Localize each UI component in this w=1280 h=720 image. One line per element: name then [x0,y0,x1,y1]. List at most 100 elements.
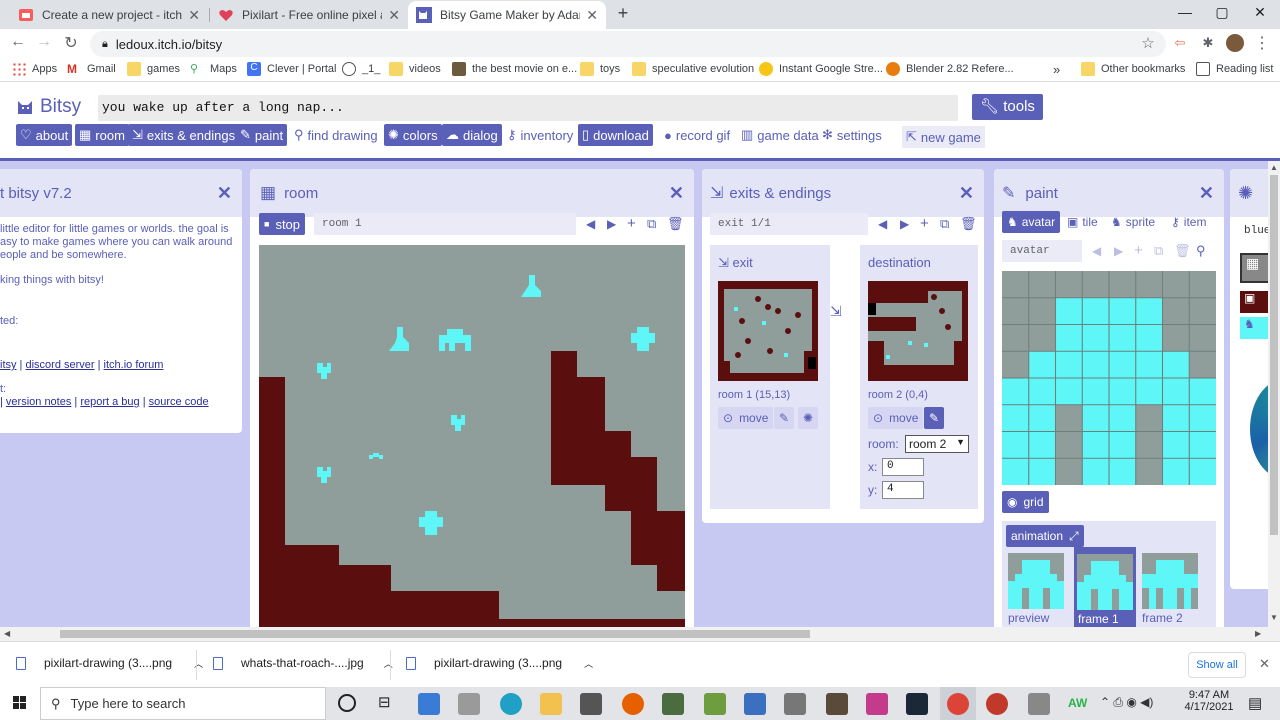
duplicate-icon[interactable]: ⧉ [940,216,949,232]
menu-dots-icon[interactable]: ⋮ [1252,33,1272,53]
trash-icon[interactable]: 🗑︎ [960,216,977,232]
bookmark-instant[interactable]: Instant Google Stre... [759,62,883,76]
avatar[interactable] [1226,34,1244,52]
chevron-up-icon[interactable]: ︿ [584,657,593,670]
drawing-name-input[interactable]: avatar [1002,240,1082,262]
start-button[interactable] [0,687,40,720]
palette-name[interactable]: blue [1244,225,1268,237]
tab-pixilart[interactable]: Pixilart - Free online pixel art drawing… [210,1,408,29]
bookmark-videos[interactable]: videos [389,62,441,76]
close-icon[interactable]: ✕ [1259,656,1270,672]
stop-button[interactable]: ■ stop [259,213,306,235]
bookmark-other[interactable]: Other bookmarks [1081,62,1185,76]
exit-room-preview[interactable] [718,281,818,381]
bookmark-maps[interactable]: ⚲ Maps [190,62,237,76]
tab-bitsy[interactable]: Bitsy Game Maker by Adam Le Doux ✕ [408,1,606,29]
star-icon[interactable]: ☆ [1138,34,1158,52]
next-exit-icon[interactable]: ▶ [900,217,909,231]
link-itch-forum[interactable]: itch.io forum [104,359,164,371]
grid-toggle-button[interactable]: ◉ grid [1002,491,1049,513]
menu-inventory[interactable]: ⚷ inventory [503,124,577,146]
vertical-scrollbar[interactable]: ▲ ▼ [1268,161,1280,641]
file-explorer-icon[interactable] [540,693,562,715]
scroll-right-icon[interactable]: ▶ [1255,629,1261,638]
close-icon[interactable]: ✕ [959,183,974,204]
download-item[interactable]: pixilart-drawing (3....png ︿ [406,656,593,670]
forward-icon[interactable]: → [34,33,54,51]
tab-item[interactable]: ⚷ item [1166,211,1211,233]
destination-room-preview[interactable] [868,281,968,381]
trash-icon[interactable]: 🗑︎ [1174,243,1191,259]
app-icon-5[interactable] [826,693,848,715]
destination-move-button[interactable]: ⊙ move [868,407,924,429]
room-canvas[interactable] [259,245,685,627]
bookmark-movie[interactable]: the best movie on e... [452,62,577,76]
cortana-icon[interactable] [338,694,356,712]
close-window-icon[interactable]: ✕ [1250,4,1270,21]
close-tab-icon[interactable]: ✕ [188,7,200,24]
x-input[interactable]: 0 [882,458,924,476]
bookmark-apps[interactable]: Apps [12,62,57,76]
steam-icon[interactable] [906,693,928,715]
bookmark-1[interactable]: _1_ [342,62,380,76]
add-exit-icon[interactable]: + [920,215,929,232]
duplicate-icon[interactable]: ⧉ [1154,243,1163,259]
mail-icon[interactable] [744,693,766,715]
close-icon[interactable]: ✕ [669,183,684,204]
menu-new-game[interactable]: ⇱ new game [902,126,985,148]
scroll-left-icon[interactable]: ◀ [4,629,10,638]
scroll-up-icon[interactable]: ▲ [1270,163,1278,172]
frame-2[interactable]: frame 2 [1140,551,1200,627]
menu-download[interactable]: ▯ download [578,124,653,146]
link-discord[interactable]: discord server [25,359,94,371]
chevron-up-icon[interactable]: ︿ [384,657,393,670]
menu-record-gif[interactable]: ● record gif [660,124,734,146]
menu-paint[interactable]: ✎ paint [236,124,288,146]
download-item[interactable]: whats-that-roach-....jpg ︿ [213,656,393,670]
color-wheel[interactable] [1250,379,1268,479]
download-item[interactable]: pixilart-drawing (3....png ︿ [16,656,203,670]
add-drawing-icon[interactable]: + [1134,242,1143,259]
back-icon[interactable]: ← [8,33,28,51]
firefox-icon[interactable] [622,693,644,715]
close-tab-icon[interactable]: ✕ [388,7,400,24]
menu-find-drawing[interactable]: ⚲ find drawing [290,124,382,146]
task-view-icon[interactable]: ⊟ [378,693,391,711]
menu-colors[interactable]: ✺ colors [384,124,442,146]
background-color-swatch[interactable]: ▦ [1240,253,1268,283]
bookmark-clever[interactable]: C Clever | Portal [247,62,337,76]
notification-icon[interactable]: ▤ [1248,694,1262,712]
menu-settings[interactable]: ✻ settings [818,124,886,146]
bookmark-games[interactable]: games [127,62,180,76]
app-icon-4[interactable] [784,693,806,715]
tray-icons[interactable]: ⌃ ⎙ ◉ ◀) [1100,695,1153,710]
chrome-taskbar-active[interactable] [940,687,976,720]
app-icon-8[interactable] [1028,693,1050,715]
url-input[interactable]: 🔒︎ ledoux.itch.io/bitsy [90,31,1166,57]
app-icon-7[interactable] [986,693,1008,715]
link-version-notes[interactable]: version notes [6,396,71,408]
tab-itchio[interactable]: Create a new project - itch.io ✕ [10,1,208,29]
link-report-bug[interactable]: report a bug [80,396,139,408]
show-all-button[interactable]: Show all [1188,652,1246,678]
link-bitsy[interactable]: itsy [0,359,17,371]
minecraft-icon[interactable] [704,693,726,715]
close-icon[interactable]: ✕ [1199,183,1214,204]
menu-exits[interactable]: ⇲ exits & endings [128,124,240,146]
bookmark-gmail[interactable]: M Gmail [67,62,116,76]
tools-button[interactable]: 🔧︎ tools [972,94,1043,120]
minimize-icon[interactable]: — [1175,4,1195,20]
next-drawing-icon[interactable]: ▶ [1114,244,1123,258]
bookmark-toys[interactable]: toys [580,62,620,76]
app-icon-6[interactable] [866,693,888,715]
scroll-thumb[interactable] [60,630,810,638]
prev-room-icon[interactable]: ◀ [586,217,595,231]
y-input[interactable]: 4 [882,481,924,499]
magnify-icon[interactable]: ⚲ [1196,243,1206,259]
scroll-down-icon[interactable]: ▼ [1270,613,1278,622]
bookmarks-overflow[interactable]: » [1053,62,1060,77]
app-icon-2[interactable] [458,693,480,715]
exit-edit-button[interactable]: ✎ [774,407,795,429]
duplicate-icon[interactable]: ⧉ [647,216,656,232]
next-room-icon[interactable]: ▶ [607,217,616,231]
